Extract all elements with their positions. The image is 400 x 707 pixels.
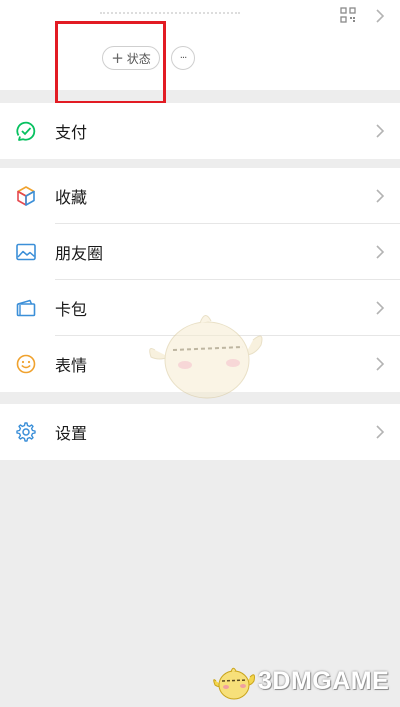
pay-icon <box>16 121 36 141</box>
chevron-right-icon <box>376 301 385 315</box>
menu-item-label: 朋友圈 <box>55 244 104 263</box>
menu-item-label: 收藏 <box>55 188 88 207</box>
menu-item-label: 设置 <box>55 424 88 443</box>
chevron-right-icon <box>376 189 385 203</box>
settings-section: 设置 <box>0 404 400 460</box>
mascot-watermark-icon <box>149 315 263 399</box>
menu-item-label: 表情 <box>55 356 88 375</box>
smiley-icon <box>16 354 36 374</box>
menu-item-favorites[interactable]: 收藏 <box>0 168 400 224</box>
chevron-right-icon <box>376 124 385 138</box>
mascot-logo-icon <box>213 667 255 700</box>
menu-item-label: 支付 <box>55 123 88 142</box>
profile-chevron-right-icon[interactable] <box>374 8 386 24</box>
site-watermark: 3DMGAME <box>212 656 389 706</box>
more-status-button[interactable]: ··· <box>171 46 195 70</box>
chevron-right-icon <box>376 245 385 259</box>
qr-code-icon[interactable] <box>340 7 356 23</box>
watermark-text: 3DMGAME <box>258 666 390 695</box>
profile-name-obscured <box>100 12 240 20</box>
moments-image-icon <box>16 243 36 261</box>
red-highlight-annotation <box>55 21 166 104</box>
gear-icon <box>16 422 36 442</box>
favorites-cube-icon <box>17 186 35 206</box>
chevron-right-icon <box>376 425 385 439</box>
more-dots-icon: ··· <box>179 52 187 64</box>
menu-item-pay[interactable]: 支付 <box>0 103 400 159</box>
chevron-right-icon <box>376 357 385 371</box>
menu-item-settings[interactable]: 设置 <box>0 404 400 460</box>
pay-section: 支付 <box>0 103 400 159</box>
menu-item-label: 卡包 <box>55 300 88 319</box>
card-wallet-icon <box>16 299 36 317</box>
menu-item-moments[interactable]: 朋友圈 <box>0 224 400 280</box>
